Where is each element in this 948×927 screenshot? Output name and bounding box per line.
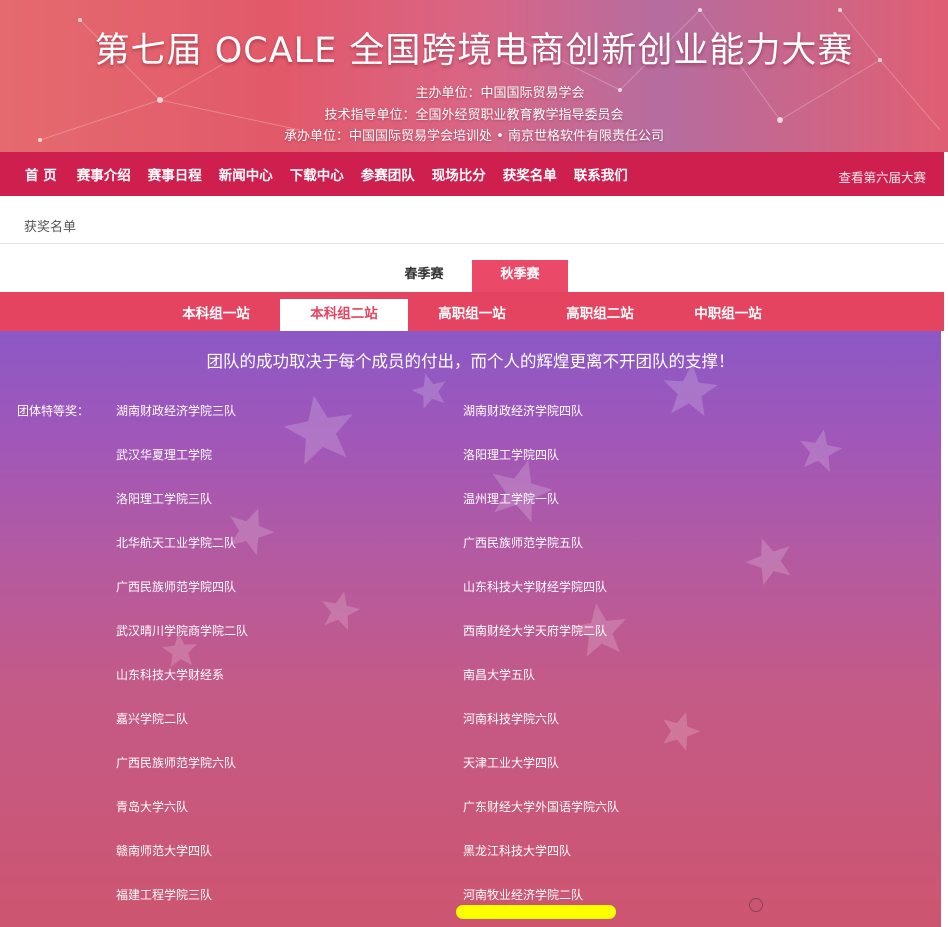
nav-download[interactable]: 下载中心 xyxy=(290,164,344,184)
group-tabs: 本科组一站 本科组二站 高职组一站 高职组二站 中职组一站 xyxy=(0,292,944,331)
award-category-label: 团体特等奖： xyxy=(17,404,90,418)
nav-winners[interactable]: 获奖名单 xyxy=(503,164,557,184)
season-tabs: 春季赛 秋季赛 xyxy=(0,260,944,292)
guide-org: 技术指导单位：全国外经贸职业教育教学指导委员会 xyxy=(324,108,624,123)
tab-autumn[interactable]: 秋季赛 xyxy=(472,260,568,292)
team-name: 广东财经大学外国语学院六队 xyxy=(463,800,620,814)
cursor-ring-icon xyxy=(749,898,763,912)
nav-contact[interactable]: 联系我们 xyxy=(574,164,628,184)
winners-panel: 团队的成功取决于每个成员的付出，而个人的辉煌更离不开团队的支撑！ 团体特等奖： … xyxy=(0,331,941,927)
nav-teams[interactable]: 参赛团队 xyxy=(361,164,415,184)
header-banner: 第七届 OCALE 全国跨境电商创新创业能力大赛 主办单位：中国国际贸易学会 技… xyxy=(0,0,948,152)
team-name: 西南财经大学天府学院二队 xyxy=(463,624,608,638)
nav-live-score[interactable]: 现场比分 xyxy=(432,164,486,184)
tab-undergrad-1[interactable]: 本科组一站 xyxy=(152,299,280,331)
organizer-org: 承办单位：中国国际贸易学会培训处 • 南京世格软件有限责任公司 xyxy=(284,129,664,144)
nav-schedule[interactable]: 赛事日程 xyxy=(148,164,202,184)
breadcrumb: 获奖名单 xyxy=(0,204,944,244)
nav-intro[interactable]: 赛事介绍 xyxy=(77,164,131,184)
team-name: 广西民族师范学院五队 xyxy=(463,536,584,550)
team-name: 武汉华夏理工学院 xyxy=(116,448,213,462)
tab-secondary-1[interactable]: 中职组一站 xyxy=(664,299,792,331)
team-name: 广西民族师范学院四队 xyxy=(116,580,237,594)
tab-spring[interactable]: 春季赛 xyxy=(376,260,472,292)
highlight-mark xyxy=(456,905,616,919)
nav-home[interactable]: 首 页 xyxy=(25,164,57,184)
tab-undergrad-2[interactable]: 本科组二站 xyxy=(280,299,408,331)
team-name: 嘉兴学院二队 xyxy=(116,712,189,726)
team-name: 湖南财政经济学院三队 xyxy=(116,404,237,418)
team-name: 山东科技大学财经学院四队 xyxy=(463,580,608,594)
team-name: 广西民族师范学院六队 xyxy=(116,756,237,770)
tab-vocational-2[interactable]: 高职组二站 xyxy=(536,299,664,331)
team-name: 温州理工学院一队 xyxy=(463,492,560,506)
team-name: 北华航天工业学院二队 xyxy=(116,536,237,550)
team-name: 洛阳理工学院四队 xyxy=(463,448,560,462)
tab-vocational-1[interactable]: 高职组一站 xyxy=(408,299,536,331)
page-edge xyxy=(944,196,948,927)
team-name: 天津工业大学四队 xyxy=(463,756,560,770)
team-name: 洛阳理工学院三队 xyxy=(116,492,213,506)
team-name: 河南科技学院六队 xyxy=(463,712,560,726)
team-name: 福建工程学院三队 xyxy=(116,888,213,902)
nav-news[interactable]: 新闻中心 xyxy=(219,164,273,184)
team-name: 黑龙江科技大学四队 xyxy=(463,844,572,858)
team-name: 武汉晴川学院商学院二队 xyxy=(116,624,249,638)
team-name: 赣南师范大学四队 xyxy=(116,844,213,858)
previous-contest-link[interactable]: 查看第六届大赛 xyxy=(838,167,926,186)
breadcrumb-label: 获奖名单 xyxy=(24,220,77,235)
host-org: 主办单位：中国国际贸易学会 xyxy=(415,86,585,101)
team-name: 湖南财政经济学院四队 xyxy=(463,404,584,418)
team-name: 山东科技大学财经系 xyxy=(116,668,225,682)
slogan: 团队的成功取决于每个成员的付出，而个人的辉煌更离不开团队的支撑！ xyxy=(206,352,735,371)
main-nav: 首 页 赛事介绍 赛事日程 新闻中心 下载中心 参赛团队 现场比分 获奖名单 联… xyxy=(0,152,944,196)
team-name: 南昌大学五队 xyxy=(463,668,536,682)
team-name: 青岛大学六队 xyxy=(116,800,189,814)
team-name: 河南牧业经济学院二队 xyxy=(463,888,584,902)
page-title: 第七届 OCALE 全国跨境电商创新创业能力大赛 xyxy=(94,31,854,71)
